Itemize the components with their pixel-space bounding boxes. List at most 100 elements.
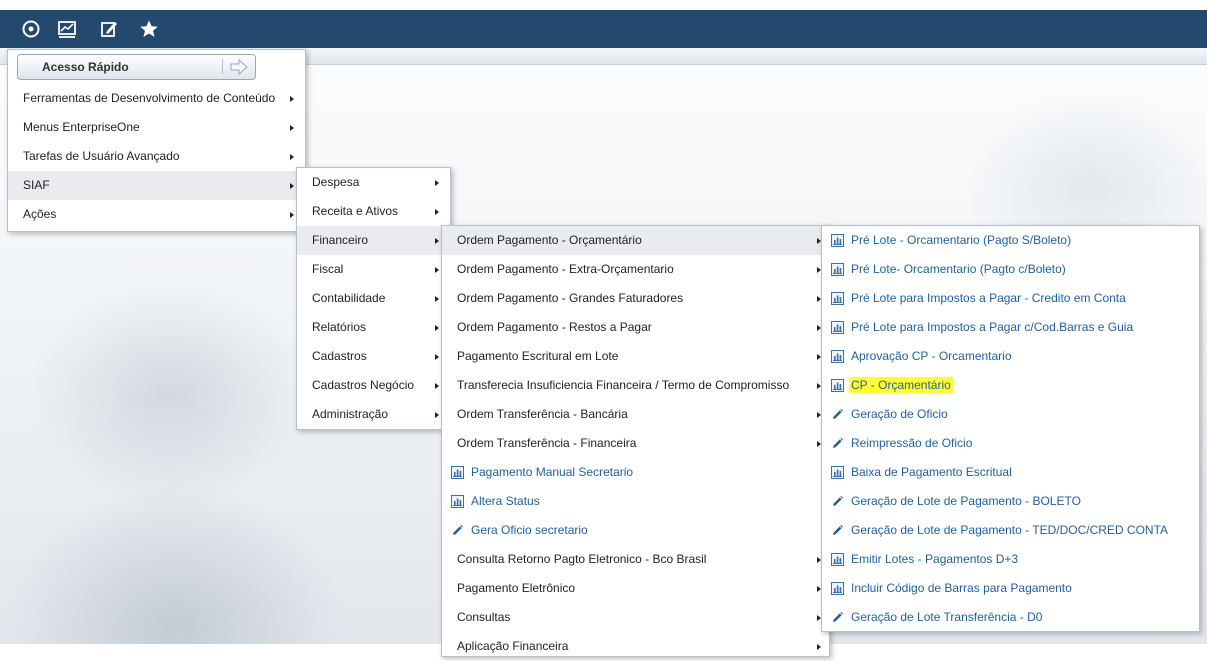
menu-item-label: Altera Status [471,494,540,508]
menu-item-label: Consultas [457,610,511,624]
menu-item-label: Pagamento Escritural em Lote [457,349,619,363]
chevron-right-icon [290,212,294,218]
menu-item-label: Despesa [312,175,360,189]
menu-item-aplicacao-financeira[interactable]: Aplicação Financeira [442,632,829,661]
menu-item-label: SIAF [23,178,50,192]
siaf-submenu-panel: Despesa Receita e Ativos Financeiro Fiscal C… [296,167,451,430]
menu-item-pre-lote-orcamentario-pagto-s-boleto[interactable]: Pré Lote - Orcamentario (Pagto S/Boleto) [822,226,1199,255]
menu-item-administracao[interactable]: Administração [297,400,450,429]
menu-item-contabilidade[interactable]: Contabilidade [297,284,450,313]
menu-item-label: Consulta Retorno Pagto Eletronico - Bco … [457,552,707,566]
menu-item-label: Geração de Oficio [851,407,948,421]
menu-item-label: Ordem Pagamento - Extra-Orçamentario [457,262,674,276]
menu-item-ordem-pagamento-grandes-faturadores[interactable]: Ordem Pagamento - Grandes Faturadores [442,284,829,313]
menu-item-label: Fiscal [312,262,344,276]
menu-item-label: Pagamento Manual Secretario [471,465,634,479]
report-icon [451,466,464,479]
menu-item-pre-lote-para-impostos-a-pagar-credito-em-conta[interactable]: Pré Lote para Impostos a Pagar - Credito… [822,284,1199,313]
main-menu-panel: Acesso Rápido Ferramentas de Desenvolvim… [7,49,306,232]
menu-item-label: Pagamento Eletrônico [457,581,576,595]
menu-item-ferramentas-de-desenvolvimento-de-conteudo[interactable]: Ferramentas de Desenvolvimento de Conteú… [8,84,305,113]
menu-item-label: Receita e Ativos [312,204,399,218]
menu-item-pagamento-escritural-em-lote[interactable]: Pagamento Escritural em Lote [442,342,829,371]
report-icon [831,466,844,479]
menu-item-reimpressao-de-oficio[interactable]: Reimpressão de Oficio [822,429,1199,458]
report-icon [831,582,844,595]
menu-item-menus-enterpriseone[interactable]: Menus EnterpriseOne [8,113,305,142]
menu-item-label: Cadastros [312,349,367,363]
menu-item-label: Ordem Pagamento - Grandes Faturadores [457,291,684,305]
arrow-right-icon[interactable] [228,58,250,76]
menu-item-consultas[interactable]: Consultas [442,603,829,632]
pencil-icon [833,496,843,506]
report-icon [831,321,844,334]
menu-item-relatorios[interactable]: Relatórios [297,313,450,342]
report-icon [831,350,844,363]
menu-item-cadastros[interactable]: Cadastros [297,342,450,371]
menu-item-geracao-de-oficio[interactable]: Geração de Oficio [822,400,1199,429]
menu-item-baixa-de-pagamento-escritual[interactable]: Baixa de Pagamento Escritual [822,458,1199,487]
menu-item-tarefas-de-usuario-avancado[interactable]: Tarefas de Usuário Avançado [8,142,305,171]
menu-item-consulta-retorno-pagto-eletronico-bco-brasil[interactable]: Consulta Retorno Pagto Eletronico - Bco … [442,545,829,574]
menu-item-label: Pré Lote para Impostos a Pagar c/Cod.Bar… [851,320,1134,334]
menu-item-ordem-pagamento-extra-orcamentario[interactable]: Ordem Pagamento - Extra-Orçamentario [442,255,829,284]
menu-item-label: Aprovação CP - Orcamentario [851,349,1012,363]
chevron-right-icon [435,325,439,331]
top-navigation-bar [0,10,1207,48]
menu-item-geracao-de-lote-de-pagamento-boleto[interactable]: Geração de Lote de Pagamento - BOLETO [822,487,1199,516]
menu-item-label: Menus EnterpriseOne [23,120,140,134]
menu-item-gera-oficio-secretario[interactable]: Gera Oficio secretario [442,516,829,545]
menu-item-siaf[interactable]: SIAF [8,171,305,200]
edit-icon[interactable] [99,19,119,39]
highlighted-menu-item-label: CP - Orçamentário [849,377,953,393]
menu-item-acoes[interactable]: Ações [8,200,305,229]
quick-access-bar[interactable]: Acesso Rápido [17,54,256,80]
report-icon [451,495,464,508]
menu-item-financeiro[interactable]: Financeiro [297,226,450,255]
menu-item-geracao-de-lote-transferencia-d0[interactable]: Geração de Lote Transferência - D0 [822,603,1199,632]
menu-item-pre-lote-para-impostos-a-pagar-c-cod-barras-e-guia[interactable]: Pré Lote para Impostos a Pagar c/Cod.Bar… [822,313,1199,342]
financeiro-submenu-panel: Ordem Pagamento - Orçamentário Ordem Paga… [441,225,830,657]
pencil-icon [833,612,843,622]
menu-item-altera-status[interactable]: Altera Status [442,487,829,516]
menu-item-aprovacao-cp-orcamentario[interactable]: Aprovação CP - Orcamentario [822,342,1199,371]
menu-item-label: Ordem Pagamento - Restos a Pagar [457,320,652,334]
menu-item-label: Reimpressão de Oficio [851,436,973,450]
menu-item-cp-orcamentario[interactable]: CP - Orçamentário [822,371,1199,400]
menu-item-label: Contabilidade [312,291,386,305]
menu-item-ordem-pagamento-orcamentario[interactable]: Ordem Pagamento - Orçamentário [442,226,829,255]
recent-icon[interactable] [21,19,41,39]
menu-item-geracao-de-lote-de-pagamento-ted-doc-cred-conta[interactable]: Geração de Lote de Pagamento - TED/DOC/C… [822,516,1199,545]
dashboard-icon[interactable] [57,19,77,39]
menu-item-label: Aplicação Financeira [457,639,569,653]
menu-item-despesa[interactable]: Despesa [297,168,450,197]
favorites-star-icon[interactable] [139,19,159,39]
chevron-right-icon [290,154,294,160]
menu-item-emitir-lotes-pagamentos-d-3[interactable]: Emitir Lotes - Pagamentos D+3 [822,545,1199,574]
menu-item-receita-e-ativos[interactable]: Receita e Ativos [297,197,450,226]
menu-item-pagamento-eletronico[interactable]: Pagamento Eletrônico [442,574,829,603]
report-icon [831,379,844,392]
chevron-right-icon [290,183,294,189]
menu-item-ordem-transferencia-bancaria[interactable]: Ordem Transferência - Bancária [442,400,829,429]
quick-access-separator [222,59,223,74]
pencil-icon [453,525,463,535]
menu-item-ordem-transferencia-financeira[interactable]: Ordem Transferência - Financeira [442,429,829,458]
chevron-right-icon [435,354,439,360]
chevron-right-icon [435,412,439,418]
menu-item-label: Cadastros Negócio [312,378,415,392]
menu-item-pagamento-manual-secretario[interactable]: Pagamento Manual Secretario [442,458,829,487]
menu-item-ordem-pagamento-restos-a-pagar[interactable]: Ordem Pagamento - Restos a Pagar [442,313,829,342]
menu-item-label: Pré Lote- Orcamentario (Pagto c/Boleto) [851,262,1066,276]
chevron-right-icon [435,267,439,273]
menu-item-fiscal[interactable]: Fiscal [297,255,450,284]
menu-item-pre-lote-orcamentario-pagto-c-boleto[interactable]: Pré Lote- Orcamentario (Pagto c/Boleto) [822,255,1199,284]
menu-item-label: Pré Lote para Impostos a Pagar - Credito… [851,291,1126,305]
ordem-pagamento-orcamentario-submenu-panel: Pré Lote - Orcamentario (Pagto S/Boleto)… [821,225,1200,632]
menu-item-incluir-codigo-de-barras-para-pagamento[interactable]: Incluir Código de Barras para Pagamento [822,574,1199,603]
chevron-right-icon [435,296,439,302]
menu-item-cadastros-negocio[interactable]: Cadastros Negócio [297,371,450,400]
menu-item-transferecia-insuficiencia-financeira-termo-de-compromisso[interactable]: Transferecia Insuficiencia Financeira / … [442,371,829,400]
menu-item-label: Ordem Pagamento - Orçamentário [457,233,642,247]
menu-item-label: Geração de Lote de Pagamento - BOLETO [851,494,1081,508]
